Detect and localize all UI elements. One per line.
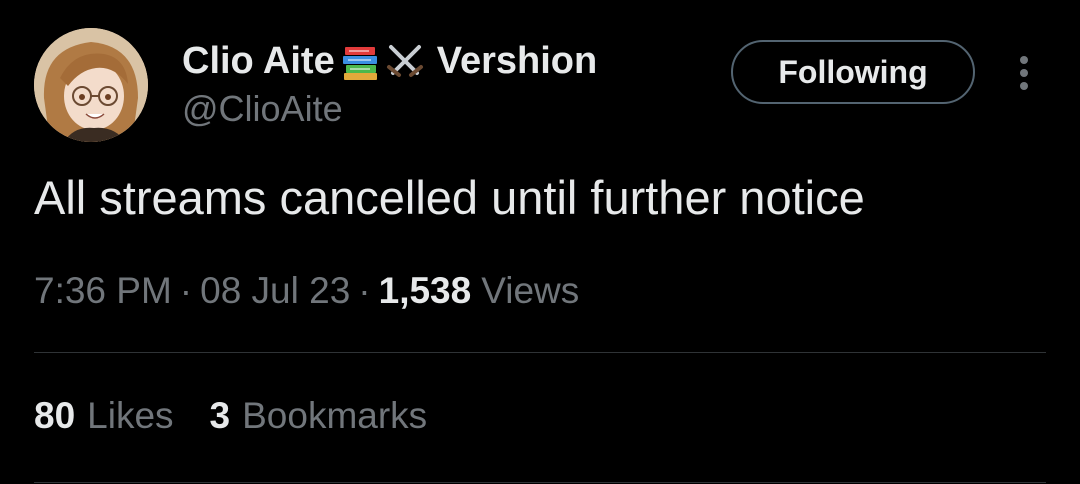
tweet-metadata: 7:36 PM · 08 Jul 23 · 1,538 Views: [34, 270, 579, 312]
divider: [34, 352, 1046, 353]
tweet-date[interactable]: 08 Jul 23: [200, 270, 350, 312]
more-vertical-icon: [1020, 56, 1028, 64]
avatar[interactable]: [34, 28, 148, 142]
likes-label: Likes: [87, 395, 174, 436]
tweet-time[interactable]: 7:36 PM: [34, 270, 172, 312]
author-name-row[interactable]: Clio Aite Vershion: [182, 38, 597, 84]
likes-stat[interactable]: 80 Likes: [34, 395, 174, 437]
views-label: Views: [481, 270, 580, 311]
avatar-image: [34, 28, 148, 142]
author-name[interactable]: Clio Aite: [182, 40, 335, 83]
more-vertical-icon: [1020, 69, 1028, 77]
divider: [34, 482, 1046, 483]
likes-count: 80: [34, 395, 76, 436]
crossed-swords-emoji-icon: [383, 39, 427, 83]
meta-separator: ·: [358, 270, 371, 311]
views-count: 1,538: [378, 270, 472, 311]
bookmarks-label: Bookmarks: [242, 395, 428, 436]
author-handle[interactable]: @ClioAite: [182, 88, 343, 130]
books-emoji-icon: [339, 39, 383, 83]
meta-separator: ·: [179, 270, 193, 311]
bookmarks-stat[interactable]: 3 Bookmarks: [210, 395, 428, 437]
following-button[interactable]: Following: [731, 40, 975, 104]
tweet-stats: 80 Likes 3 Bookmarks: [34, 395, 427, 437]
author-name-suffix[interactable]: Vershion: [437, 40, 598, 83]
tweet-text: All streams cancelled until further noti…: [34, 171, 865, 224]
bookmarks-count: 3: [209, 395, 231, 436]
more-options-button[interactable]: [1008, 52, 1040, 94]
more-vertical-icon: [1020, 82, 1028, 90]
